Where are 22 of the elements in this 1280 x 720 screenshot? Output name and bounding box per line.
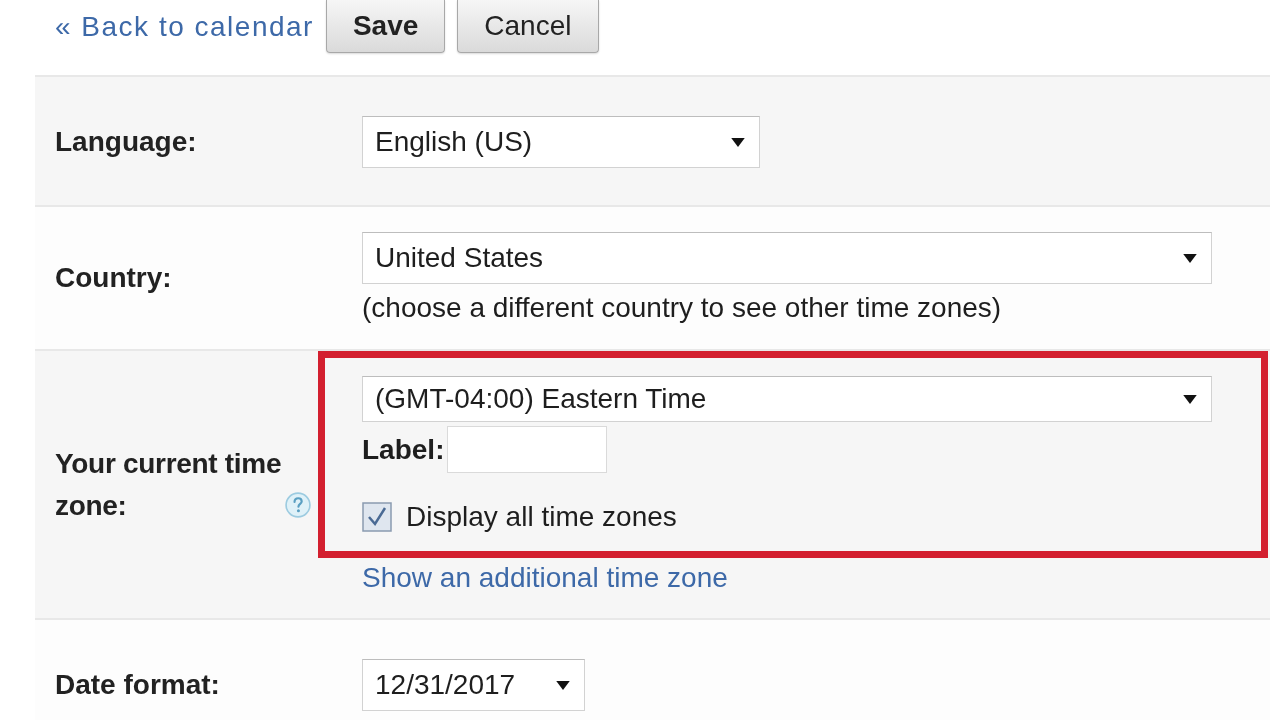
help-icon[interactable] <box>285 491 311 518</box>
add-time-zone-link[interactable]: Show an additional time zone <box>362 563 728 593</box>
field-label: Label: <box>362 433 445 466</box>
setting-label: Language: <box>55 125 197 159</box>
dropdown-select[interactable]: English (US) <box>362 116 760 168</box>
caret-icon <box>731 137 745 147</box>
setting-label: Date format: <box>55 668 220 702</box>
caret-icon <box>556 680 570 690</box>
caret-icon <box>1183 394 1197 404</box>
dropdown-select[interactable]: United States <box>362 232 1212 284</box>
primary-button[interactable]: Save <box>325 0 446 53</box>
caret-icon <box>1183 253 1197 263</box>
label-input[interactable] <box>447 426 608 473</box>
secondary-button[interactable]: Cancel <box>457 0 599 53</box>
hint-text: (choose a different country to see other time zones) <box>362 292 1002 324</box>
checkbox[interactable] <box>362 502 392 532</box>
setting-label: Country: <box>55 261 172 295</box>
dropdown-select[interactable]: 12/31/2017 <box>362 659 585 711</box>
back-link[interactable]: « Back to calendar <box>55 0 314 54</box>
time-zone-select[interactable]: (GMT-04:00) Eastern Time <box>362 376 1212 422</box>
checkbox-label: Display all time zones <box>406 501 677 533</box>
setting-label: Your current time zone: <box>55 446 283 523</box>
